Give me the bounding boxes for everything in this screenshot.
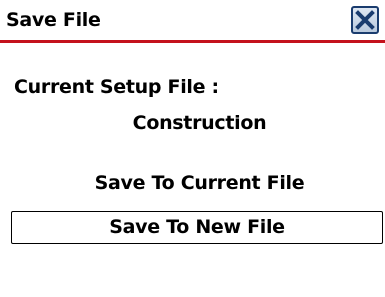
close-button[interactable]	[351, 6, 379, 34]
save-file-dialog: Save File Current Setup File : Construct…	[0, 0, 385, 297]
title-bar: Save File	[0, 0, 385, 43]
save-to-current-file-button[interactable]: Save To Current File	[0, 172, 385, 200]
dialog-title: Save File	[6, 9, 101, 31]
save-to-new-file-button[interactable]: Save To New File	[11, 211, 383, 244]
close-x-icon	[355, 10, 375, 30]
current-setup-file-name: Construction	[132, 112, 267, 134]
current-setup-file-label: Current Setup File :	[14, 76, 219, 98]
